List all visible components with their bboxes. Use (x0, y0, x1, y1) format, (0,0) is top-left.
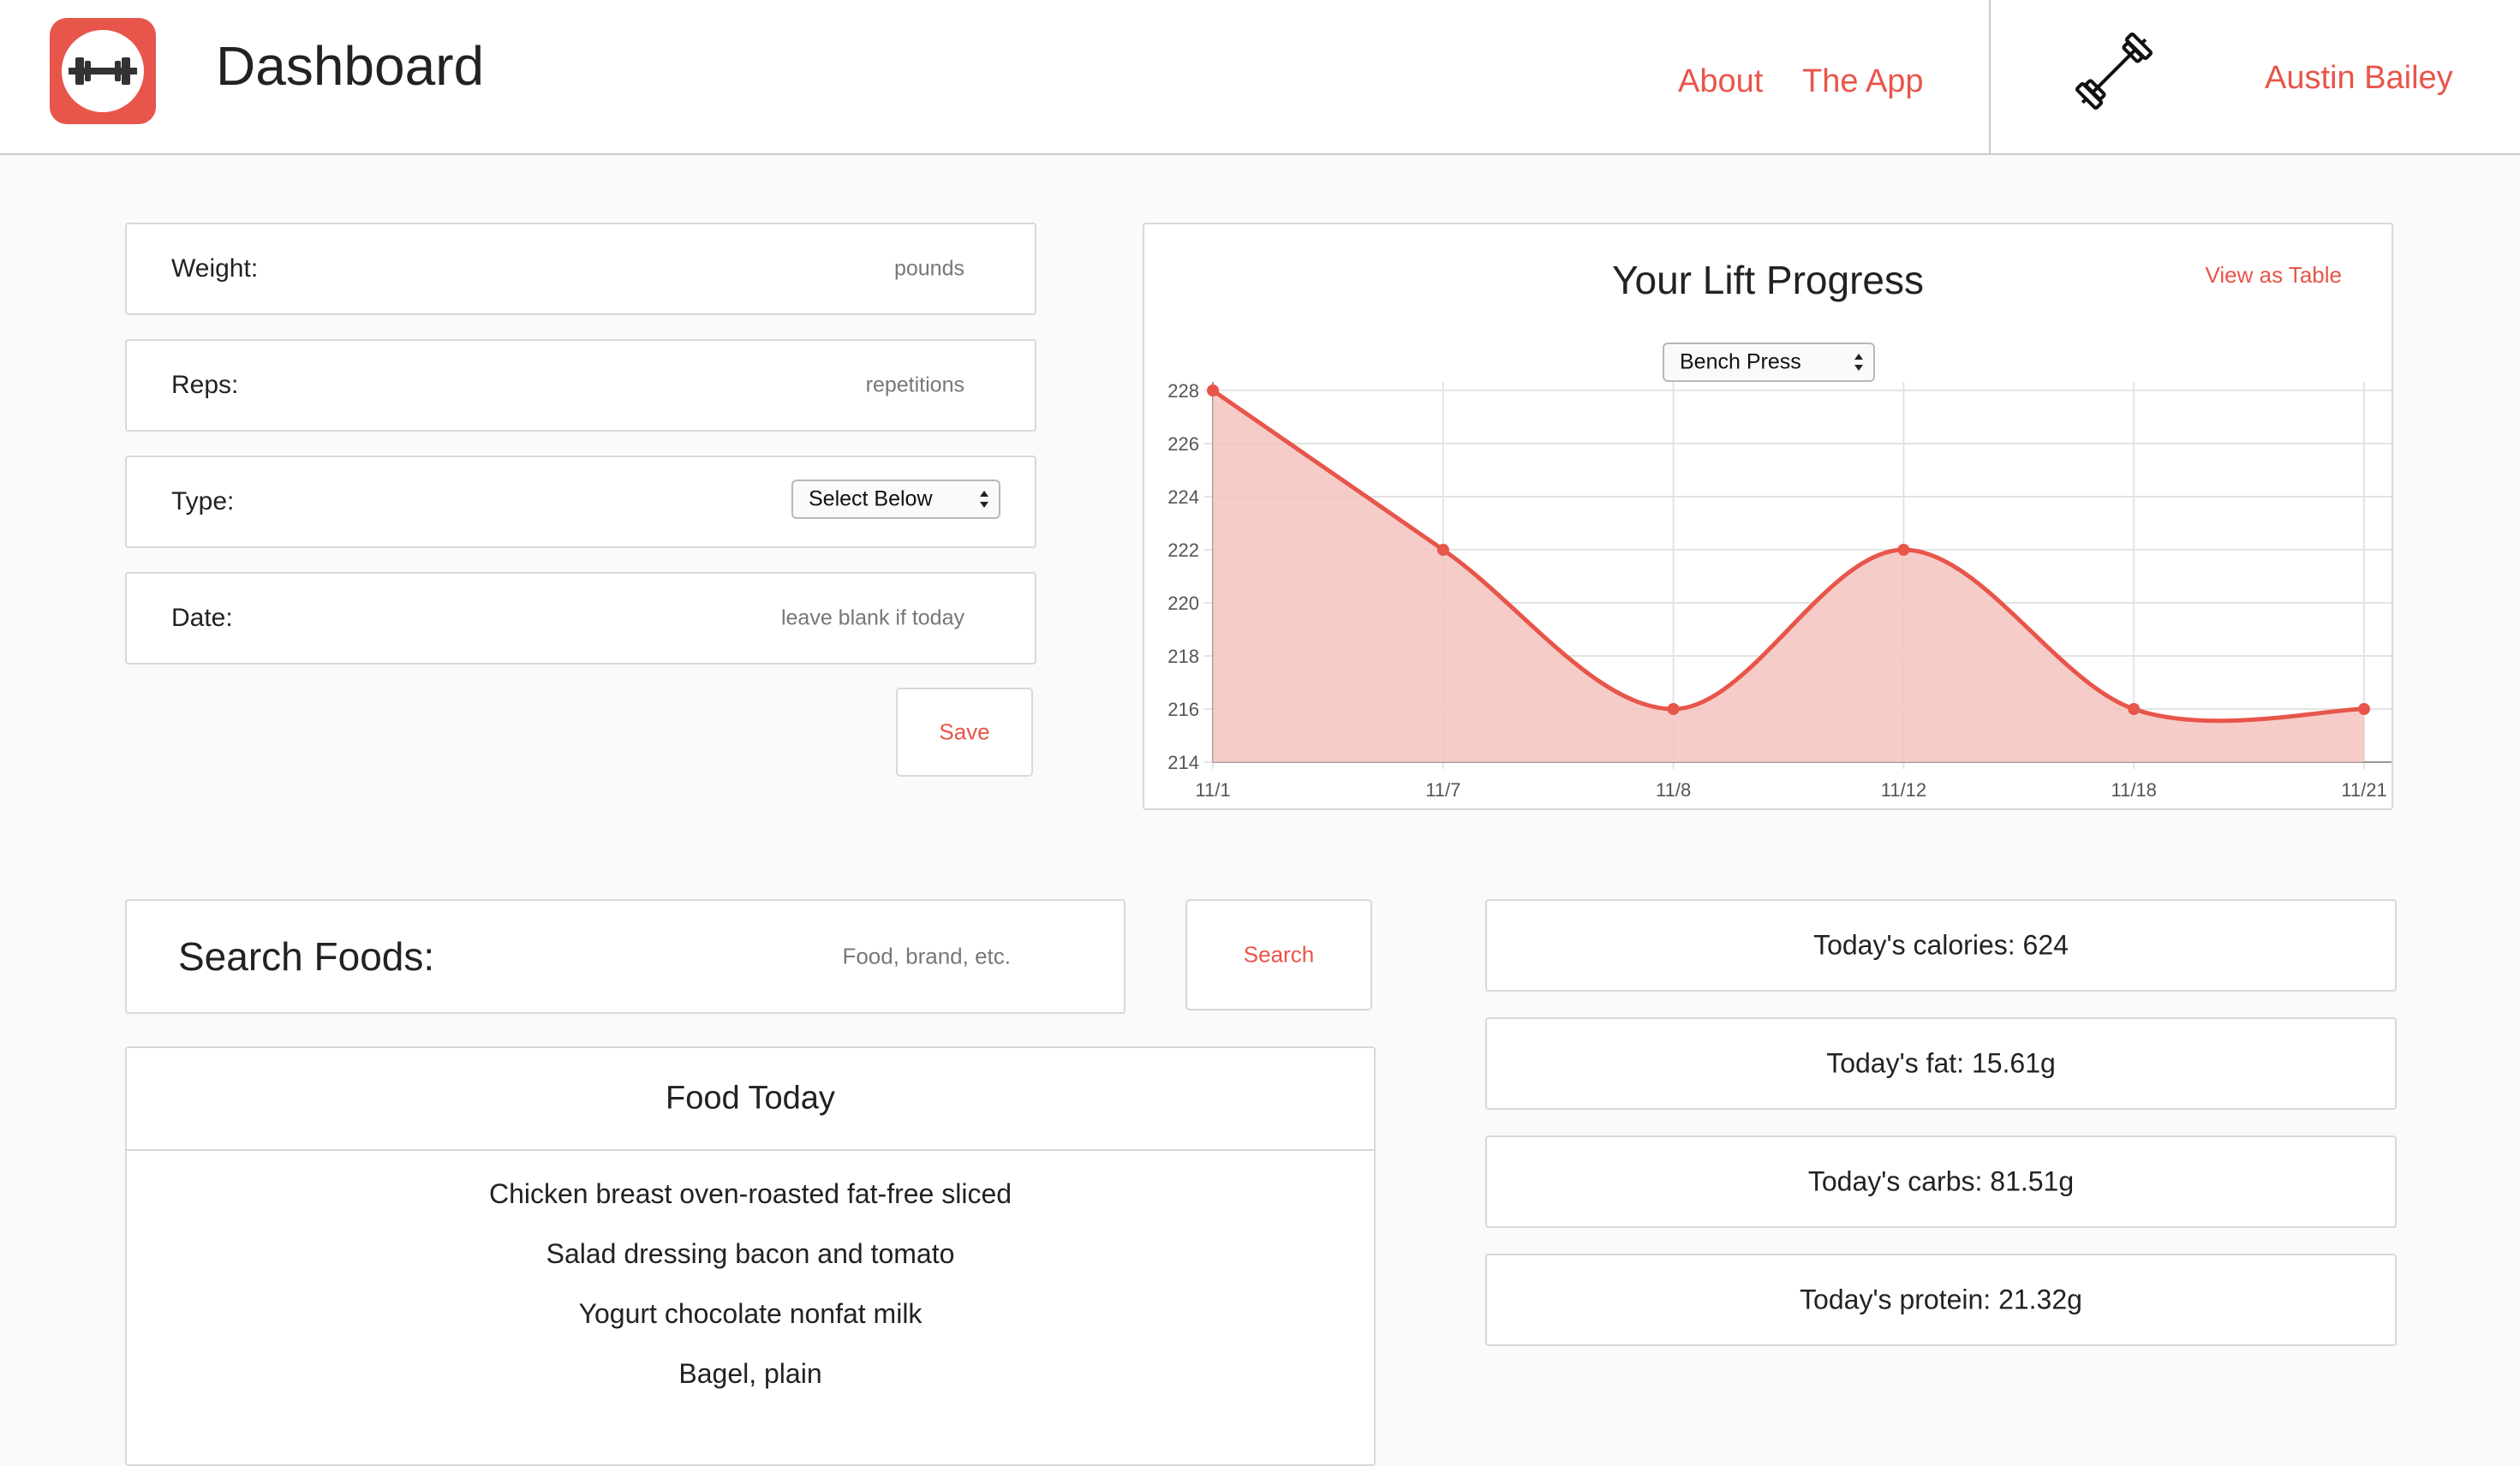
weight-input[interactable] (534, 255, 966, 283)
list-item: Chicken breast oven-roasted fat-free sli… (488, 1178, 1012, 1209)
x-tick-label: 11/18 (2111, 779, 2156, 801)
calories-stat-card: Today's calories: 624 (1485, 899, 2397, 992)
type-field-card: Type: Select Below (125, 456, 1036, 548)
date-label: Date: (171, 604, 233, 632)
app-logo[interactable] (50, 18, 156, 124)
user-name-link[interactable]: Austin Bailey (2265, 60, 2453, 97)
dumbbell-icon (69, 57, 137, 85)
data-point (2358, 703, 2370, 715)
y-tick-label: 216 (1167, 699, 1199, 720)
x-tick-label: 11/1 (1195, 779, 1230, 801)
nav-the-app-link[interactable]: The App (1802, 63, 1924, 100)
protein-stat: Today's protein: 21.32g (1800, 1284, 2082, 1315)
save-button[interactable]: Save (896, 688, 1033, 777)
x-tick-label: 11/7 (1425, 779, 1460, 801)
date-field-card: Date: (125, 572, 1036, 664)
search-button-label: Search (1243, 941, 1315, 968)
weight-field-card: Weight: (125, 223, 1036, 315)
page-title: Dashboard (216, 35, 485, 97)
y-tick-label: 226 (1167, 433, 1199, 455)
data-point (2128, 703, 2141, 715)
carbs-stat: Today's carbs: 81.51g (1807, 1165, 2075, 1197)
series-area (1213, 390, 2364, 762)
data-point (1207, 384, 1219, 396)
calories-stat: Today's calories: 624 (1813, 929, 2069, 961)
nav-about-link[interactable]: About (1678, 63, 1763, 100)
type-select-value: Select Below (809, 486, 933, 511)
food-today-title: Food Today (666, 1080, 835, 1117)
app-header: Dashboard About The App Austin Bailey (0, 0, 2520, 155)
x-tick-label: 11/21 (2341, 779, 2386, 801)
type-select[interactable]: Select Below (791, 480, 1000, 519)
save-button-label: Save (939, 718, 990, 745)
reps-input[interactable] (534, 372, 966, 399)
search-button[interactable]: Search (1185, 899, 1372, 1010)
food-search-card: Search Foods: (125, 899, 1126, 1014)
food-list: Chicken breast oven-roasted fat-free sli… (127, 1177, 1374, 1416)
search-foods-label: Search Foods: (178, 934, 435, 979)
lift-progress-panel: Your Lift Progress View as Table Bench P… (1143, 223, 2393, 810)
dumbbell-icon (2071, 24, 2157, 118)
y-tick-label: 218 (1167, 646, 1199, 667)
fat-stat-card: Today's fat: 15.61g (1485, 1017, 2397, 1110)
y-tick-label: 220 (1167, 593, 1199, 614)
reps-label: Reps: (171, 371, 239, 399)
data-point (1897, 544, 1910, 556)
data-point (1667, 703, 1680, 715)
food-search-input[interactable] (581, 942, 1012, 971)
fat-stat: Today's fat: 15.61g (1826, 1047, 2056, 1079)
y-tick-label: 214 (1167, 752, 1199, 773)
type-label: Type: (171, 487, 235, 515)
list-item: Bagel, plain (678, 1358, 822, 1389)
food-today-panel: Food Today Chicken breast oven-roasted f… (125, 1046, 1376, 1466)
y-tick-label: 228 (1167, 380, 1199, 402)
y-tick-label: 224 (1167, 486, 1199, 508)
list-item: Yogurt chocolate nonfat milk (578, 1298, 923, 1329)
header-divider (1989, 0, 1991, 155)
weight-label: Weight: (171, 254, 259, 283)
food-today-header: Food Today (127, 1048, 1374, 1151)
y-tick-label: 222 (1167, 539, 1199, 561)
data-point (1436, 544, 1449, 556)
date-input[interactable] (534, 605, 966, 632)
protein-stat-card: Today's protein: 21.32g (1485, 1254, 2397, 1346)
select-arrows-icon (980, 491, 988, 508)
lift-progress-chart: 214 216 218 220 222 224 226 228 11/1 11/7 11/8 11/1… (1167, 380, 2392, 801)
list-item: Salad dressing bacon and tomato (546, 1238, 955, 1269)
x-tick-label: 11/12 (1881, 779, 1926, 801)
x-tick-label: 11/8 (1656, 779, 1691, 801)
logo-circle (62, 30, 144, 112)
reps-field-card: Reps: (125, 339, 1036, 432)
carbs-stat-card: Today's carbs: 81.51g (1485, 1135, 2397, 1228)
